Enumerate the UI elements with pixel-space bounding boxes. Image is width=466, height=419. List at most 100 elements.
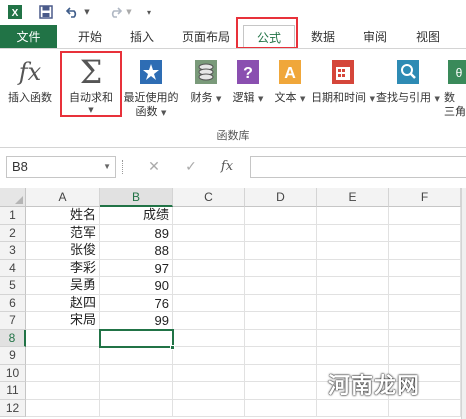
- recently-used-button[interactable]: 最近使用的 函数 ▼: [120, 57, 182, 119]
- cell-c8[interactable]: [173, 329, 245, 347]
- cell-f12[interactable]: [389, 399, 461, 417]
- cell-a2[interactable]: 范军: [26, 224, 100, 242]
- vertical-scrollbar[interactable]: [461, 188, 466, 419]
- cell-b1[interactable]: 成绩: [100, 207, 173, 225]
- fill-handle[interactable]: [170, 345, 175, 350]
- redo-dropdown-icon[interactable]: ▼: [125, 3, 133, 21]
- cell-f2[interactable]: [389, 224, 461, 242]
- cell-c11[interactable]: [173, 382, 245, 400]
- row-header-9[interactable]: 9: [0, 347, 26, 365]
- date-time-button[interactable]: 日期和时间 ▼: [311, 57, 375, 105]
- cell-c5[interactable]: [173, 277, 245, 295]
- cell-c3[interactable]: [173, 242, 245, 260]
- cell-e8[interactable]: [317, 329, 389, 347]
- cell-f5[interactable]: [389, 277, 461, 295]
- logical-button[interactable]: ? 逻辑 ▼: [230, 57, 266, 105]
- tab-home[interactable]: 开始: [72, 25, 108, 49]
- tab-data[interactable]: 数据: [305, 25, 341, 49]
- redo-icon[interactable]: [106, 3, 124, 21]
- cell-a1[interactable]: 姓名: [26, 207, 100, 225]
- cell-d11[interactable]: [245, 382, 317, 400]
- row-header-2[interactable]: 2: [0, 224, 26, 242]
- row-header-6[interactable]: 6: [0, 294, 26, 312]
- cell-f7[interactable]: [389, 312, 461, 330]
- cancel-icon[interactable]: ✕: [143, 156, 165, 178]
- cell-d4[interactable]: [245, 259, 317, 277]
- cell-d9[interactable]: [245, 347, 317, 365]
- cell-e9[interactable]: [317, 347, 389, 365]
- row-header-4[interactable]: 4: [0, 259, 26, 277]
- cell-a6[interactable]: 赵四: [26, 294, 100, 312]
- text-button[interactable]: A 文本 ▼: [272, 57, 308, 105]
- row-header-8[interactable]: 8: [0, 329, 26, 347]
- cell-e7[interactable]: [317, 312, 389, 330]
- cell-d5[interactable]: [245, 277, 317, 295]
- cell-c1[interactable]: [173, 207, 245, 225]
- cell-d10[interactable]: [245, 364, 317, 382]
- cell-b10[interactable]: [100, 364, 173, 382]
- cell-f3[interactable]: [389, 242, 461, 260]
- tab-file[interactable]: 文件: [0, 25, 57, 49]
- cell-c12[interactable]: [173, 399, 245, 417]
- cell-d12[interactable]: [245, 399, 317, 417]
- check-icon[interactable]: ✓: [180, 156, 202, 178]
- tab-insert[interactable]: 插入: [124, 25, 160, 49]
- cell-c6[interactable]: [173, 294, 245, 312]
- row-header-11[interactable]: 11: [0, 382, 26, 400]
- tab-review[interactable]: 审阅: [357, 25, 393, 49]
- row-header-12[interactable]: 12: [0, 399, 26, 417]
- save-icon[interactable]: [36, 3, 56, 21]
- cell-e5[interactable]: [317, 277, 389, 295]
- cell-a11[interactable]: [26, 382, 100, 400]
- cell-c9[interactable]: [173, 347, 245, 365]
- column-header-e[interactable]: E: [317, 188, 389, 207]
- cell-b9[interactable]: [100, 347, 173, 365]
- column-header-f[interactable]: F: [389, 188, 461, 207]
- tab-formulas[interactable]: 公式: [243, 25, 295, 49]
- cell-e2[interactable]: [317, 224, 389, 242]
- cell-b7[interactable]: 99: [100, 312, 173, 330]
- cell-e12[interactable]: [317, 399, 389, 417]
- cell-c2[interactable]: [173, 224, 245, 242]
- select-all-button[interactable]: [0, 188, 26, 207]
- cell-b5[interactable]: 90: [100, 277, 173, 295]
- cell-d6[interactable]: [245, 294, 317, 312]
- row-header-5[interactable]: 5: [0, 277, 26, 295]
- insert-function-button[interactable]: fx 插入函数: [3, 57, 57, 105]
- row-header-3[interactable]: 3: [0, 242, 26, 260]
- cell-a3[interactable]: 张俊: [26, 242, 100, 260]
- cell-f8[interactable]: [389, 329, 461, 347]
- cell-b11[interactable]: [100, 382, 173, 400]
- cell-b4[interactable]: 97: [100, 259, 173, 277]
- cell-b3[interactable]: 88: [100, 242, 173, 260]
- cell-b12[interactable]: [100, 399, 173, 417]
- cell-a9[interactable]: [26, 347, 100, 365]
- cell-d3[interactable]: [245, 242, 317, 260]
- cell-c4[interactable]: [173, 259, 245, 277]
- undo-icon[interactable]: [64, 3, 82, 21]
- cell-c10[interactable]: [173, 364, 245, 382]
- column-header-c[interactable]: C: [173, 188, 245, 207]
- cell-f1[interactable]: [389, 207, 461, 225]
- cell-b6[interactable]: 76: [100, 294, 173, 312]
- cell-b8[interactable]: [100, 329, 173, 347]
- tab-page-layout[interactable]: 页面布局: [176, 25, 236, 49]
- column-header-d[interactable]: D: [245, 188, 317, 207]
- tab-view[interactable]: 视图: [410, 25, 446, 49]
- cell-a10[interactable]: [26, 364, 100, 382]
- cell-e1[interactable]: [317, 207, 389, 225]
- cell-d2[interactable]: [245, 224, 317, 242]
- cell-d7[interactable]: [245, 312, 317, 330]
- cell-b2[interactable]: 89: [100, 224, 173, 242]
- cell-a8[interactable]: [26, 329, 100, 347]
- insert-function-fx-icon[interactable]: fx: [216, 156, 238, 178]
- cell-e6[interactable]: [317, 294, 389, 312]
- cell-a5[interactable]: 吴勇: [26, 277, 100, 295]
- cell-a4[interactable]: 李彩: [26, 259, 100, 277]
- undo-dropdown-icon[interactable]: ▼: [83, 3, 91, 21]
- cell-f9[interactable]: [389, 347, 461, 365]
- cell-e3[interactable]: [317, 242, 389, 260]
- column-header-b[interactable]: B: [100, 188, 173, 207]
- cell-c7[interactable]: [173, 312, 245, 330]
- cell-e4[interactable]: [317, 259, 389, 277]
